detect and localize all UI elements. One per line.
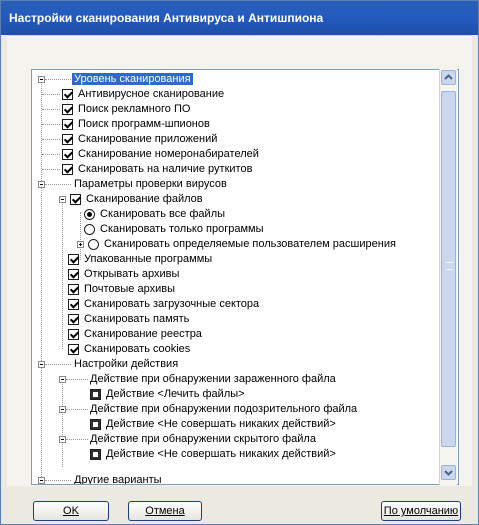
tree-item-label: Почтовые архивы bbox=[84, 283, 175, 295]
tree-group-scan-level[interactable]: Уровень сканирования bbox=[72, 72, 193, 87]
collapse-icon[interactable] bbox=[59, 196, 66, 203]
checkbox-icon[interactable] bbox=[62, 119, 73, 130]
scroll-down-button[interactable] bbox=[441, 465, 456, 480]
collapse-icon[interactable] bbox=[38, 181, 45, 188]
group-label: Настройки действия bbox=[74, 358, 179, 370]
radio-label: Сканировать только программы bbox=[100, 223, 264, 235]
tree-guide-line bbox=[45, 184, 71, 185]
radio-selected-icon[interactable] bbox=[84, 209, 95, 220]
checkbox-icon[interactable] bbox=[68, 344, 79, 355]
radio-icon[interactable] bbox=[88, 239, 99, 250]
group-label: Другие варианты bbox=[74, 474, 162, 485]
checkbox-icon[interactable] bbox=[68, 329, 79, 340]
tree-guide-line bbox=[66, 409, 88, 410]
vertical-scrollbar[interactable] bbox=[439, 69, 457, 485]
tree-item-label: Упакованные программы bbox=[84, 253, 213, 265]
tree-item-label: Сканировать память bbox=[84, 313, 190, 325]
tree-guide-line bbox=[45, 480, 71, 481]
ok-button-label: OK bbox=[63, 505, 79, 517]
tree-item-label: Действие <Не совершать никаких действий> bbox=[106, 448, 336, 460]
tree-item-suspicious[interactable]: Действие при обнаружении подозрительного… bbox=[90, 402, 357, 417]
radio-label: Сканировать определяемые пользователем р… bbox=[104, 238, 396, 250]
tree-guide-line bbox=[80, 212, 81, 260]
tree-content: Уровень сканирования Антивирусное сканир… bbox=[32, 70, 440, 485]
collapse-icon[interactable] bbox=[59, 436, 66, 443]
window-title: Настройки сканирования Антивируса и Анти… bbox=[9, 11, 324, 25]
checkbox-icon[interactable] bbox=[62, 89, 73, 100]
tree-item-label: Сканирование файлов bbox=[86, 193, 203, 205]
defaults-button-label: По умолчанию bbox=[383, 505, 459, 517]
checkbox-icon[interactable] bbox=[62, 149, 73, 160]
tree-guide-line bbox=[62, 382, 63, 467]
checkbox-icon[interactable] bbox=[68, 269, 79, 280]
tree-guide-line bbox=[42, 94, 60, 95]
collapse-icon[interactable] bbox=[59, 406, 66, 413]
tree-item-label: Сканирование реестра bbox=[84, 328, 202, 340]
scrollbar-thumb[interactable] bbox=[441, 91, 456, 447]
chevron-down-icon bbox=[444, 470, 453, 476]
cancel-button[interactable]: Отмена bbox=[128, 501, 202, 521]
tree-item-label: Сканировать cookies bbox=[84, 343, 191, 355]
tree-guide-line bbox=[45, 364, 71, 365]
tree-item-label: Поиск программ-шпионов bbox=[78, 118, 210, 130]
tree-guide-line bbox=[42, 109, 60, 110]
expand-icon[interactable] bbox=[77, 241, 84, 248]
tree-item-hidden[interactable]: Действие при обнаружении скрытого файла bbox=[90, 432, 316, 447]
tree-guide-line bbox=[45, 79, 71, 80]
tree-item-label: Действие <Не совершать никаких действий> bbox=[106, 418, 336, 430]
tree-guide-line bbox=[41, 80, 42, 484]
chevron-up-icon bbox=[444, 74, 453, 80]
tree-guide-line bbox=[42, 139, 60, 140]
action-icon[interactable] bbox=[90, 449, 101, 460]
collapse-icon[interactable] bbox=[38, 361, 45, 368]
checkbox-icon[interactable] bbox=[62, 134, 73, 145]
tree-guide-line bbox=[42, 154, 60, 155]
tree-item-label: Сканирование приложений bbox=[78, 133, 218, 145]
checkbox-icon[interactable] bbox=[68, 254, 79, 265]
tree-item-label: Действие <Лечить файлы> bbox=[106, 388, 245, 400]
tree-item-label: Сканировать загрузочные сектора bbox=[84, 298, 260, 310]
title-bar[interactable]: Настройки сканирования Антивируса и Анти… bbox=[1, 1, 478, 35]
tree-item-label: Сканирование номеронабирателей bbox=[78, 148, 259, 160]
collapse-icon[interactable] bbox=[38, 477, 45, 484]
tree-item-label: Антивирусное сканирование bbox=[78, 88, 225, 100]
tree-item-label: Поиск рекламного ПО bbox=[78, 103, 191, 115]
collapse-icon[interactable] bbox=[38, 76, 45, 83]
tree-item-infected[interactable]: Действие при обнаружении зараженного фай… bbox=[90, 372, 336, 387]
tree-guide-line bbox=[62, 202, 63, 349]
tree-item-label: Сканировать на наличие руткитов bbox=[78, 163, 253, 175]
tree-item-label: Открывать архивы bbox=[84, 268, 180, 280]
checkbox-icon[interactable] bbox=[68, 299, 79, 310]
radio-label: Сканировать все файлы bbox=[100, 208, 226, 220]
checkbox-icon[interactable] bbox=[68, 314, 79, 325]
tree-item-label: Действие при обнаружении зараженного фай… bbox=[90, 373, 336, 385]
group-label: Параметры проверки вирусов bbox=[74, 178, 227, 190]
action-icon[interactable] bbox=[90, 419, 101, 430]
tree-guide-line bbox=[66, 379, 88, 380]
checkbox-icon[interactable] bbox=[68, 284, 79, 295]
checkbox-icon[interactable] bbox=[62, 164, 73, 175]
tree-guide-line bbox=[42, 169, 60, 170]
settings-dialog: Настройки сканирования Антивируса и Анти… bbox=[0, 0, 479, 525]
action-icon[interactable] bbox=[90, 389, 101, 400]
defaults-button[interactable]: По умолчанию bbox=[381, 501, 461, 521]
tree-group-other[interactable]: Другие варианты bbox=[74, 473, 162, 485]
tree-item-label: Действие при обнаружении скрытого файла bbox=[90, 433, 316, 445]
cancel-button-label: Отмена bbox=[145, 505, 185, 517]
tree-group-virus[interactable]: Параметры проверки вирусов bbox=[74, 177, 227, 192]
settings-tree[interactable]: Уровень сканирования Антивирусное сканир… bbox=[31, 69, 459, 485]
collapse-icon[interactable] bbox=[59, 376, 66, 383]
tree-guide-line bbox=[42, 124, 60, 125]
ok-button[interactable]: OK bbox=[33, 501, 109, 521]
scroll-up-button[interactable] bbox=[441, 70, 456, 85]
tree-guide-line bbox=[66, 439, 88, 440]
checkbox-icon[interactable] bbox=[70, 194, 81, 205]
group-label: Уровень сканирования bbox=[72, 73, 193, 85]
tree-group-actions[interactable]: Настройки действия bbox=[74, 357, 178, 372]
checkbox-icon[interactable] bbox=[62, 104, 73, 115]
radio-icon[interactable] bbox=[84, 224, 95, 235]
tree-item-label: Действие при обнаружении подозрительного… bbox=[90, 403, 358, 415]
